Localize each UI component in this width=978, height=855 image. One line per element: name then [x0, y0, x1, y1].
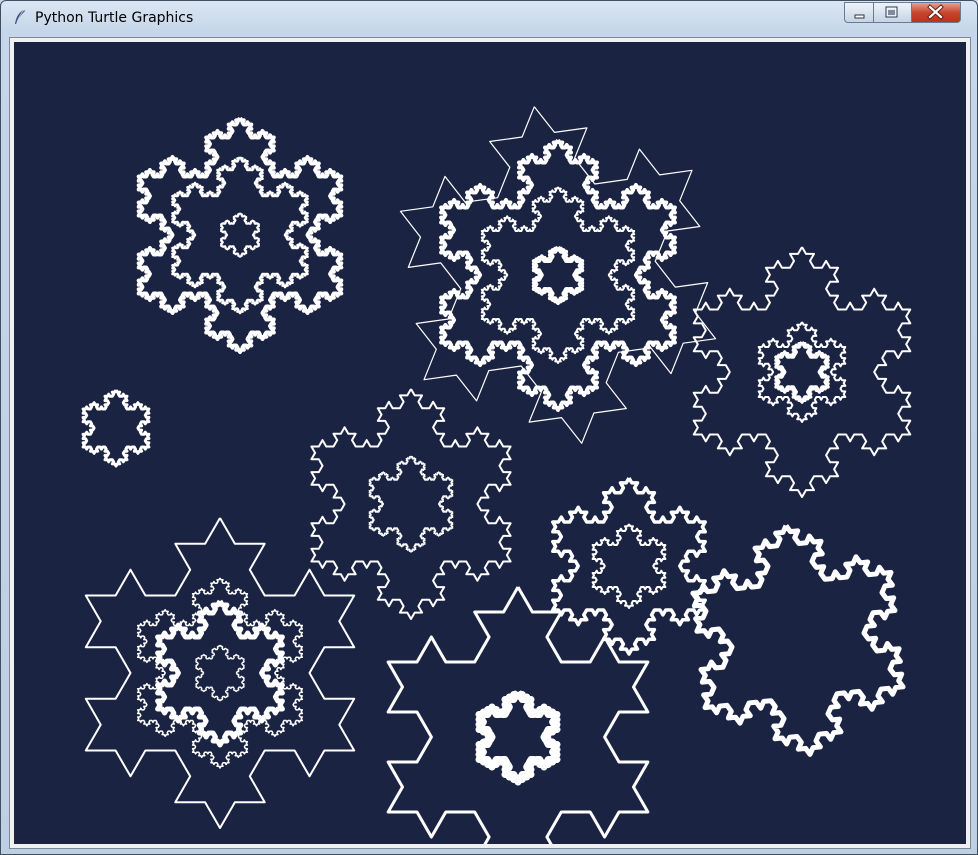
koch-snowflake	[531, 246, 585, 305]
koch-snowflake	[220, 212, 260, 258]
koch-snowflake	[136, 116, 344, 354]
koch-snowflake	[690, 524, 906, 757]
koch-snowflake	[692, 246, 912, 498]
koch-snowflake	[310, 388, 512, 620]
koch-snowflake	[757, 321, 847, 423]
koch-snowflake	[136, 577, 304, 769]
close-button[interactable]	[912, 2, 961, 23]
turtle-canvas[interactable]	[14, 42, 966, 844]
window-title: Python Turtle Graphics	[35, 10, 194, 26]
koch-snowflake	[81, 389, 151, 468]
maximize-icon	[885, 6, 898, 18]
fractal-drawing	[81, 106, 912, 844]
koch-snowflake	[774, 341, 830, 404]
koch-snowflake	[475, 690, 561, 786]
koch-snowflake	[399, 106, 717, 444]
koch-snowflake	[171, 156, 309, 315]
koch-snowflake	[551, 477, 707, 656]
koch-snowflake	[368, 455, 454, 553]
close-icon	[927, 4, 944, 20]
koch-snowflake	[155, 599, 285, 748]
koch-snowflake	[195, 644, 245, 702]
feather-icon	[13, 9, 27, 25]
koch-snowflake	[591, 523, 667, 609]
koch-snowflake	[480, 186, 636, 364]
koch-snowflake	[386, 586, 650, 844]
canvas-frame	[9, 37, 971, 849]
maximize-button[interactable]	[874, 2, 912, 23]
koch-snowflake	[84, 517, 356, 829]
minimize-button[interactable]	[844, 2, 874, 23]
title-bar[interactable]: Python Turtle Graphics	[1, 1, 977, 35]
turtle-window: Python Turtle Graphics	[0, 0, 978, 855]
minimize-icon	[854, 14, 865, 19]
koch-snowflake	[439, 139, 677, 412]
